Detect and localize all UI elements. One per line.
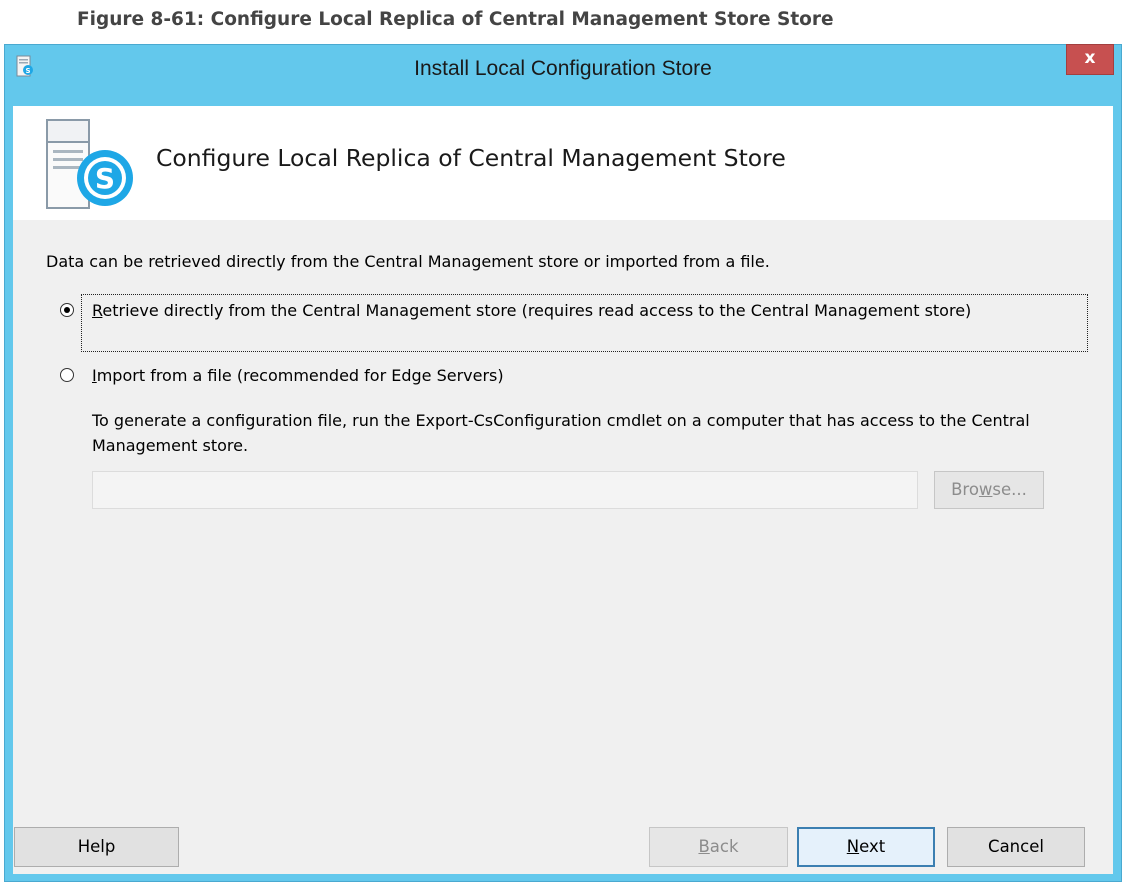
page-title: Configure Local Replica of Central Manag… bbox=[156, 144, 786, 172]
help-button[interactable]: Help bbox=[14, 827, 179, 867]
browse-button[interactable]: Browse... bbox=[934, 471, 1044, 509]
close-button[interactable]: x bbox=[1066, 44, 1114, 75]
back-mnemonic: B bbox=[698, 837, 710, 856]
window-title: Install Local Configuration Store bbox=[414, 57, 712, 80]
file-path-input[interactable] bbox=[92, 471, 918, 509]
retrieve-radio[interactable] bbox=[60, 303, 74, 317]
back-button[interactable]: Back bbox=[649, 827, 788, 867]
svg-text:S: S bbox=[95, 162, 115, 195]
next-button[interactable]: Next bbox=[797, 827, 935, 867]
dialog-window: S Install Local Configuration Store x S … bbox=[4, 44, 1122, 882]
import-radio[interactable] bbox=[60, 368, 74, 382]
retrieve-label-text: etrieve directly from the Central Manage… bbox=[102, 301, 972, 320]
wizard-header: S Configure Local Replica of Central Man… bbox=[13, 106, 1113, 220]
dialog-body: S Configure Local Replica of Central Man… bbox=[13, 106, 1113, 874]
cancel-button[interactable]: Cancel bbox=[947, 827, 1085, 867]
retrieve-option-label[interactable]: Retrieve directly from the Central Manag… bbox=[92, 298, 1082, 323]
import-option-label[interactable]: Import from a file (recommended for Edge… bbox=[92, 363, 504, 388]
browse-mnemonic: w bbox=[978, 480, 993, 499]
retrieve-mnemonic: R bbox=[92, 301, 103, 320]
figure-caption: Figure 8-61: Configure Local Replica of … bbox=[77, 9, 834, 30]
skype-server-tower-icon: S bbox=[46, 119, 133, 209]
import-label-text: mport from a file (recommended for Edge … bbox=[96, 366, 504, 385]
description-text: Data can be retrieved directly from the … bbox=[46, 252, 770, 271]
next-mnemonic: N bbox=[846, 837, 860, 856]
title-bar[interactable]: S Install Local Configuration Store x bbox=[5, 44, 1121, 106]
import-hint-text: To generate a configuration file, run th… bbox=[92, 411, 1030, 455]
